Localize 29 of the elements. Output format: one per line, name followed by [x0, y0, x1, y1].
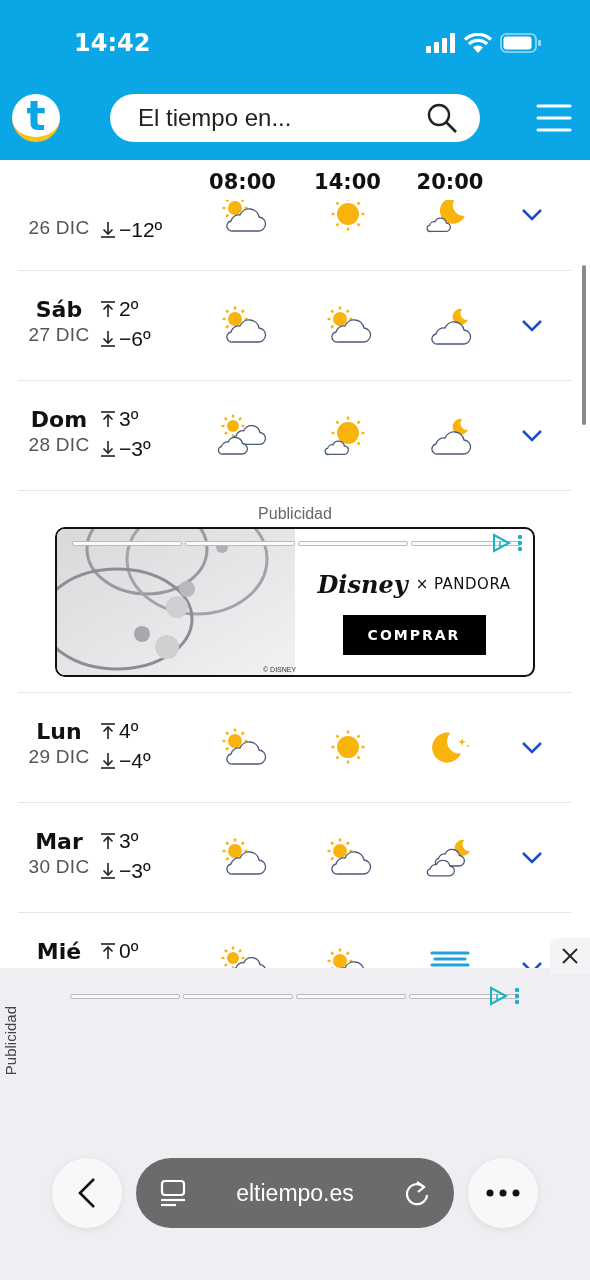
ad-label: Publicidad	[2, 1006, 19, 1076]
max-temperature: 3º	[119, 829, 139, 853]
hour-heading: 14:00	[314, 169, 381, 194]
day-date: 28 DIC	[28, 434, 90, 456]
day-date: 27 DIC	[28, 324, 90, 346]
min-temperature: −3º	[119, 437, 151, 461]
max-temperature: 4º	[119, 719, 139, 743]
url-text: eltiempo.es	[236, 1179, 354, 1207]
min-temperature: −12º	[119, 218, 163, 242]
hour-heading: 08:00	[209, 169, 276, 194]
day-name: Mié	[36, 939, 82, 964]
max-temperature: 2º	[119, 297, 139, 321]
status-time: 14:42	[74, 29, 151, 57]
day-date: 30 DIC	[28, 856, 90, 878]
day-name: Sáb	[35, 297, 83, 322]
day-name: Mar	[35, 829, 83, 854]
max-temperature: 0º	[119, 939, 139, 963]
brand-logo: Disney	[317, 569, 408, 599]
max-temperature: 3º	[119, 407, 139, 431]
min-temperature: −6º	[119, 327, 151, 351]
brand-logo: × PANDORA	[415, 575, 511, 593]
day-name: Dom	[30, 407, 88, 432]
hour-heading: 20:00	[416, 169, 484, 194]
day-date: 29 DIC	[28, 746, 90, 768]
min-temperature: −3º	[119, 859, 151, 883]
day-date: 26 DIC	[28, 217, 90, 239]
day-name: Lun	[36, 719, 82, 744]
ad-label: Publicidad	[258, 505, 332, 523]
min-temperature: −4º	[119, 749, 151, 773]
